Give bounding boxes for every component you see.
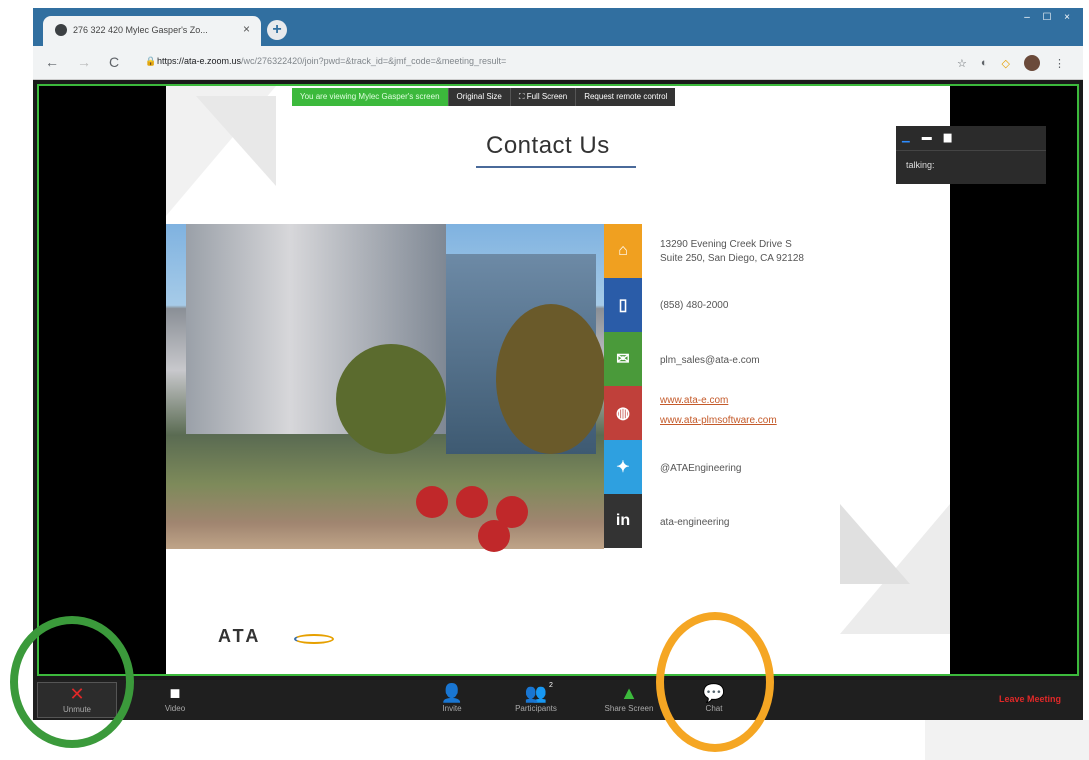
phone-text: (858) 480-2000: [660, 300, 729, 311]
highlight-circle-unmute: [10, 616, 134, 748]
share-screen-icon: ▲: [620, 683, 638, 703]
phone-icon: ▯: [604, 278, 642, 332]
shared-screen-stage: Contact Us ⌂ ▯ ✉ ◍ ✦ in 13290 Evening Cr…: [37, 84, 1079, 676]
tree: [496, 304, 606, 454]
red-sphere: [456, 486, 488, 518]
shared-slide: Contact Us ⌂ ▯ ✉ ◍ ✦ in 13290 Evening Cr…: [166, 86, 950, 674]
talking-label: talking:: [906, 160, 935, 170]
ata-logo-swoosh: [294, 634, 334, 644]
building-photo: [166, 224, 606, 552]
minimize-button[interactable]: –: [1017, 12, 1037, 26]
toolbar-icons: ☆ ◐ ◇ ⋮: [957, 55, 1065, 71]
web-icon: ◍: [604, 386, 642, 440]
screen-share-banner: You are viewing Mylec Gasper's screen Or…: [292, 88, 676, 106]
share-screen-label: Share Screen: [604, 704, 654, 713]
zoom-favicon-icon: [55, 24, 67, 36]
invite-icon: 👤: [440, 683, 464, 703]
invite-button[interactable]: 👤 Invite: [427, 682, 477, 713]
close-window-button[interactable]: ×: [1057, 12, 1077, 26]
participants-count-badge: 2: [549, 682, 553, 689]
address-line1: 13290 Evening Creek Drive S: [660, 239, 792, 250]
participants-label: Participants: [515, 704, 557, 713]
participants-icon: 👥: [524, 683, 548, 703]
share-screen-button[interactable]: ▲ Share Screen: [593, 682, 665, 713]
window-controls: – ☐ ×: [1017, 12, 1077, 26]
ata-logo: ATA: [218, 626, 262, 646]
address-bar[interactable]: https://ata-e.zoom.us/wc/276322420/join?…: [157, 56, 506, 66]
video-camera-icon: ■: [169, 683, 181, 703]
speaker-view-icon[interactable]: ▬: [922, 132, 932, 143]
web-link-2: www.ata-plmsoftware.com: [660, 415, 777, 426]
linkedin-icon: in: [604, 494, 642, 548]
url-host: https://ata-e.zoom.us: [157, 56, 242, 66]
request-remote-control-button[interactable]: Request remote control: [575, 88, 676, 106]
viewing-status: You are viewing Mylec Gasper's screen: [292, 88, 448, 106]
reload-icon[interactable]: C: [109, 54, 119, 70]
address-text: 13290 Evening Creek Drive S Suite 250, S…: [660, 238, 804, 266]
highlight-circle-chat: [656, 612, 774, 752]
video-label: Video: [164, 704, 186, 713]
background-patch: [925, 720, 1089, 760]
speaker-panel-controls: ▁ ▬ ▆: [902, 132, 951, 143]
participants-button[interactable]: 👥 Participants: [501, 682, 571, 713]
zoom-meeting-area: Contact Us ⌂ ▯ ✉ ◍ ✦ in 13290 Evening Cr…: [33, 80, 1083, 720]
leave-meeting-button[interactable]: Leave Meeting: [999, 694, 1061, 704]
lock-icon: 🔒: [145, 56, 157, 66]
url-path: /wc/276322420/join?pwd=&track_id=&jmf_co…: [241, 56, 507, 66]
meeting-controls-bar: ✕ Unmute ^ ■ Video 👤 Invite 👥 Participan…: [33, 680, 1083, 720]
original-size-button[interactable]: Original Size: [447, 88, 510, 106]
panel-divider: [896, 150, 1046, 151]
back-icon[interactable]: ←: [45, 54, 59, 70]
twitter-text: @ATAEngineering: [660, 463, 742, 474]
title-bar: 276 322 420 Mylec Gasper's Zo... × + – ☐…: [33, 8, 1083, 46]
address-icon: ⌂: [604, 224, 642, 278]
new-tab-button[interactable]: +: [267, 20, 287, 40]
star-icon[interactable]: ☆: [957, 57, 967, 70]
address-line2: Suite 250, San Diego, CA 92128: [660, 253, 804, 264]
speaker-panel: ▁ ▬ ▆ talking:: [896, 126, 1046, 184]
linkedin-text: ata-engineering: [660, 517, 730, 528]
slide-title: Contact Us: [486, 132, 610, 159]
video-button[interactable]: ■ Video: [145, 682, 205, 713]
decor-triangle: [196, 96, 276, 186]
web-links: www.ata-e.com www.ata-plmsoftware.com: [660, 394, 777, 428]
extension-icon[interactable]: ◐: [981, 57, 988, 69]
invite-label: Invite: [442, 704, 462, 713]
tab-close-button[interactable]: ×: [243, 22, 250, 36]
browser-window: 276 322 420 Mylec Gasper's Zo... × + – ☐…: [33, 8, 1083, 720]
maximize-button[interactable]: ☐: [1037, 12, 1057, 26]
browser-toolbar: ← → C 🔒 https://ata-e.zoom.us/wc/2763224…: [33, 46, 1083, 80]
decor-triangle: [840, 504, 910, 584]
forward-icon[interactable]: →: [77, 54, 91, 70]
tree: [336, 344, 446, 454]
twitter-icon: ✦: [604, 440, 642, 494]
email-icon: ✉: [604, 332, 642, 386]
browser-tab[interactable]: 276 322 420 Mylec Gasper's Zo... ×: [43, 16, 261, 46]
red-sphere: [416, 486, 448, 518]
title-underline: [476, 166, 636, 168]
gallery-view-icon[interactable]: ▆: [944, 132, 952, 143]
menu-icon[interactable]: ⋮: [1054, 57, 1065, 70]
extension-icon-2[interactable]: ◇: [1002, 57, 1010, 70]
profile-avatar[interactable]: [1024, 55, 1040, 71]
minimize-panel-icon[interactable]: ▁: [902, 132, 910, 143]
tab-title: 276 322 420 Mylec Gasper's Zo...: [73, 25, 208, 35]
red-sphere: [478, 520, 510, 552]
email-text: plm_sales@ata-e.com: [660, 355, 760, 366]
web-link-1: www.ata-e.com: [660, 395, 729, 406]
full-screen-button[interactable]: ⛶ Full Screen: [509, 88, 576, 106]
contact-icon-bar: ⌂ ▯ ✉ ◍ ✦ in: [604, 224, 642, 549]
